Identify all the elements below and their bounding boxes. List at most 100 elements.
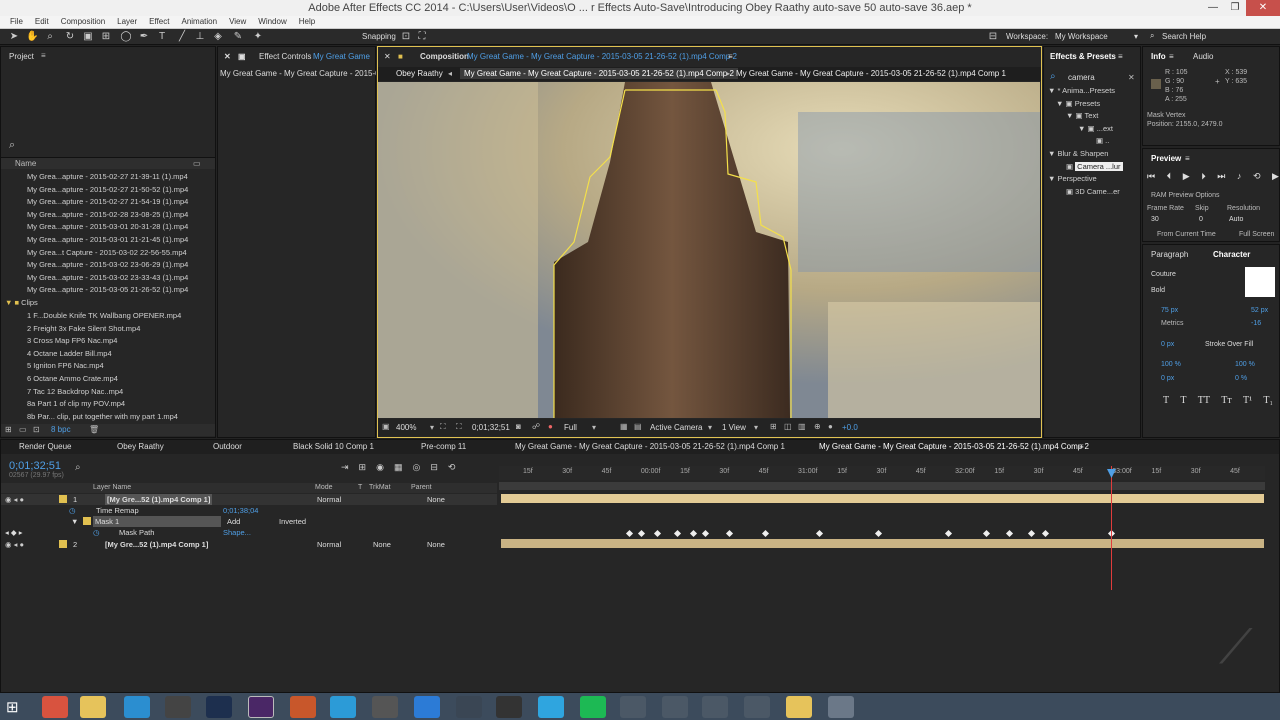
label-column-icon[interactable]: ▭ (193, 159, 201, 168)
chrome-icon[interactable] (42, 696, 68, 718)
pan-behind-tool-icon[interactable]: ⊞ (100, 31, 112, 43)
label-color[interactable] (59, 495, 67, 503)
fill-color-swatch[interactable] (1245, 267, 1275, 297)
layer-name[interactable]: [My Gre...52 (1).mp4 Comp 1] (105, 539, 208, 550)
last-frame-icon[interactable]: ⏭ (1217, 171, 1225, 182)
blend-mode-select[interactable]: Normal (317, 494, 341, 505)
list-item[interactable]: 6 Octane Ammo Crate.mp4 (27, 373, 213, 386)
new-folder-icon[interactable]: ▭ (19, 425, 27, 434)
always-preview-icon[interactable]: ▣ (382, 422, 390, 431)
tab-comp[interactable]: Obey Raathy (117, 440, 164, 454)
list-item[interactable]: My Grea...t Capture - 2015-03-02 22-56-5… (27, 247, 213, 260)
app-icon[interactable] (620, 696, 646, 718)
effect-controls-target[interactable]: My Great Game (313, 50, 375, 64)
chevron-down-icon[interactable]: ▾ (430, 423, 434, 432)
visibility-icon[interactable]: ◉ ◂ ● (5, 494, 24, 505)
pen-tool-icon[interactable]: ✒ (138, 31, 150, 43)
property-row[interactable]: ◂ ◆ ▸ ◷ Mask Path Shape... (1, 527, 497, 538)
list-item[interactable]: My Grea...apture - 2015-03-05 21-26-52 (… (27, 284, 213, 297)
panel-menu-icon[interactable]: ≡ (41, 51, 46, 60)
flowchart-icon[interactable]: ⊕ (814, 422, 821, 431)
tab-paragraph[interactable]: Paragraph (1151, 248, 1188, 262)
tab-project[interactable]: Project (9, 50, 34, 64)
keyframe-icon[interactable] (625, 529, 634, 538)
kerning-value[interactable]: Metrics (1161, 320, 1184, 327)
toggle-pixel-aspect-icon[interactable]: ⊞ (770, 422, 777, 431)
obs-icon[interactable] (372, 696, 398, 718)
stopwatch-icon[interactable]: ◷ (93, 527, 100, 538)
search-help-input[interactable]: Search Help (1162, 32, 1206, 41)
parent-select[interactable]: None (427, 539, 445, 550)
layer-name[interactable]: [My Gre...52 (1).mp4 Comp 1] (105, 494, 213, 505)
snapping-label[interactable]: Snapping (362, 32, 396, 41)
tab-composition[interactable]: Composition (420, 50, 469, 64)
skype-icon[interactable] (538, 696, 564, 718)
list-item[interactable]: 1 F...Double Knife TK Wallbang OPENER.mp… (27, 310, 213, 323)
tree-item[interactable]: ▼ ▣ Presets (1048, 98, 1140, 111)
menu-animation[interactable]: Animation (175, 16, 223, 28)
trash-icon[interactable]: 🗑 (89, 425, 99, 434)
menu-window[interactable]: Window (252, 16, 292, 28)
tree-item[interactable]: ▣ .. (1048, 135, 1140, 148)
minimize-button[interactable]: — (1202, 0, 1224, 16)
full-screen-checkbox[interactable]: Full Screen (1239, 231, 1274, 238)
fast-previews-icon[interactable]: ◫ (784, 422, 792, 431)
start-button-icon[interactable]: ⊞ (6, 698, 19, 716)
eraser-tool-icon[interactable]: ◈ (212, 31, 224, 43)
keyframe-icon[interactable] (689, 529, 698, 538)
column-mode[interactable]: Mode (315, 484, 333, 491)
layer-bar[interactable] (501, 494, 1264, 503)
motion-blur-icon[interactable]: ◎ (412, 462, 420, 473)
bit-depth-button[interactable]: 8 bpc (51, 425, 71, 434)
keyframe-icon[interactable] (761, 529, 770, 538)
tab-comp[interactable]: My Great Game - My Great Capture - 2015-… (515, 440, 785, 454)
baseline-shift-value[interactable]: 0 px (1161, 375, 1174, 382)
trkmat-select[interactable]: None (373, 539, 391, 550)
first-frame-icon[interactable]: ⏮ (1147, 171, 1155, 182)
menu-help[interactable]: Help (293, 16, 321, 28)
show-snapshot-icon[interactable]: ☍ (532, 422, 540, 431)
tab-effect-controls[interactable]: Effect Controls (259, 50, 311, 64)
app-icon[interactable] (702, 696, 728, 718)
small-caps-button[interactable]: Tᴛ (1221, 395, 1231, 406)
property-value[interactable]: 0;01;38;04 (223, 505, 258, 516)
panel-menu-icon[interactable]: ≡ (1169, 50, 1174, 64)
list-item[interactable]: 8b Par... clip, put together with my par… (27, 411, 213, 424)
current-time-indicator[interactable] (1111, 466, 1112, 590)
loop-icon[interactable]: ⟲ (1253, 171, 1261, 182)
audio-icon[interactable]: ♪ (1237, 171, 1242, 182)
column-layer-name[interactable]: Layer Name (93, 484, 131, 491)
list-item[interactable]: 3 Cross Map FP6 Nac.mp4 (27, 335, 213, 348)
comp-mini-flowchart-icon[interactable]: ⇥ (341, 462, 349, 473)
menu-view[interactable]: View (223, 16, 252, 28)
list-item[interactable]: My Grea...apture - 2015-02-27 21-50-52 (… (27, 184, 213, 197)
media-icon[interactable] (165, 696, 191, 718)
unity-icon[interactable] (456, 696, 482, 718)
exposure-reset-icon[interactable]: ● (828, 422, 833, 431)
ram-preview-icon[interactable]: ▶ (1272, 171, 1279, 182)
menu-layer[interactable]: Layer (111, 16, 143, 28)
app-icon[interactable] (828, 696, 854, 718)
maximize-button[interactable]: ❐ (1224, 0, 1246, 16)
stroke-width-value[interactable]: 0 px (1161, 341, 1174, 348)
frame-rate-select[interactable]: 30 (1151, 216, 1159, 223)
keyframe-icon[interactable] (1027, 529, 1036, 538)
ram-preview-options[interactable]: RAM Preview Options (1151, 192, 1219, 199)
app-icon[interactable] (290, 696, 316, 718)
list-item[interactable]: 4 Octane Ladder Bill.mp4 (27, 348, 213, 361)
roto-tool-icon[interactable]: ✎ (232, 31, 244, 43)
list-item[interactable]: My Grea...apture - 2015-03-02 23-06-29 (… (27, 259, 213, 272)
tab-render-queue[interactable]: Render Queue (19, 440, 71, 454)
keyframe-icon[interactable] (1041, 529, 1050, 538)
tree-item[interactable]: ▼ Perspective (1048, 173, 1140, 186)
app-icon[interactable] (414, 696, 440, 718)
composition-target[interactable]: My Great Game - My Great Capture - 2015-… (467, 50, 737, 64)
camera-select[interactable]: Active Camera (650, 423, 702, 432)
timeline-icon[interactable]: ▥ (798, 422, 806, 431)
work-area-bar[interactable] (499, 482, 1265, 490)
tree-item[interactable]: ▼ ▣ ...ext (1048, 123, 1140, 136)
tab-character[interactable]: Character (1213, 248, 1250, 262)
spotify-icon[interactable] (580, 696, 606, 718)
list-item[interactable]: My Grea...apture - 2015-02-27 21-54-19 (… (27, 196, 213, 209)
tree-item[interactable]: ▼ ▣ Text (1048, 110, 1140, 123)
